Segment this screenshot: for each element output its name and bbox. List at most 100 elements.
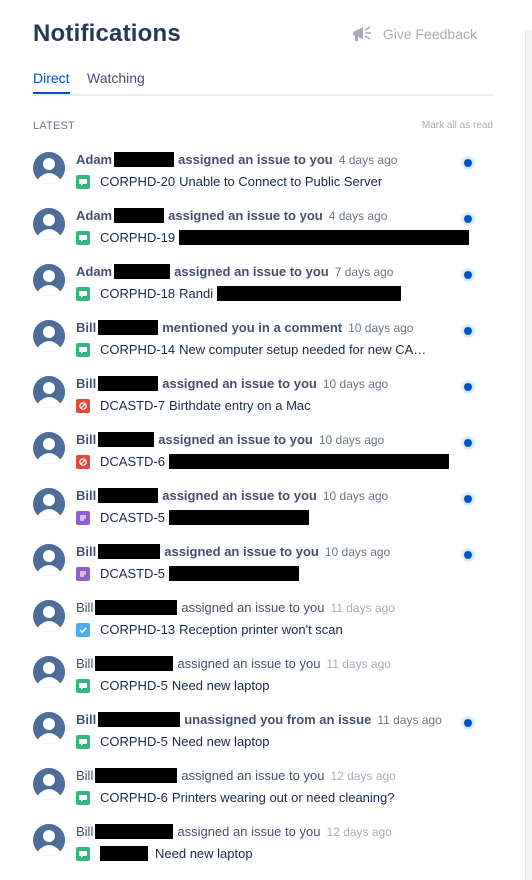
notification-item[interactable]: Bill assigned an issue to you 10 days ago D…: [33, 542, 493, 598]
notification-item[interactable]: Bill assigned an issue to you 10 days ago D…: [33, 374, 493, 430]
issue-line[interactable]: CORPHD-18 Randi: [76, 286, 402, 301]
notification-headline: Bill assigned an issue to you 11 days ago: [76, 600, 395, 615]
actor-name[interactable]: Adam: [76, 264, 112, 279]
issue-line[interactable]: CORPHD-5 Need new laptop: [76, 734, 269, 749]
actor-name[interactable]: Bill: [76, 768, 93, 783]
mark-all-read-link[interactable]: Mark all as read: [422, 120, 493, 131]
story-issue-type-icon: [76, 790, 90, 805]
issue-key[interactable]: CORPHD-13: [100, 622, 175, 637]
notification-item[interactable]: Adam assigned an issue to you 7 days ago CO…: [33, 262, 493, 318]
issue-line[interactable]: CORPHD-14 New computer setup needed for n…: [76, 342, 426, 357]
issue-line[interactable]: DCASTD-5: [76, 510, 310, 525]
notification-item[interactable]: Adam assigned an issue to you 4 days ago CO…: [33, 150, 493, 206]
issue-key[interactable]: DCASTD-7: [100, 398, 165, 413]
issue-line[interactable]: DCASTD-5: [76, 566, 300, 581]
story-issue-type-icon: [76, 734, 90, 749]
notification-action: mentioned you in a comment: [162, 320, 343, 335]
notification-action: assigned an issue to you: [177, 656, 321, 671]
timestamp: 12 days ago: [326, 825, 392, 839]
actor-name[interactable]: Bill: [76, 488, 96, 503]
unread-dot-icon[interactable]: [461, 324, 475, 338]
notification-item[interactable]: Adam assigned an issue to you 4 days ago CO…: [33, 206, 493, 262]
timestamp: 10 days ago: [322, 489, 389, 503]
redacted-text: [98, 544, 161, 559]
section-label: LATEST: [33, 120, 75, 132]
notification-tabs: Direct Watching: [33, 70, 493, 96]
issue-summary: Unable to Connect to Public Server: [179, 174, 383, 189]
unread-dot-icon[interactable]: [461, 548, 475, 562]
notification-action: assigned an issue to you: [178, 152, 333, 167]
issue-line[interactable]: CORPHD-5 Need new laptop: [76, 678, 269, 693]
timestamp: 10 days ago: [322, 377, 389, 391]
story-issue-type-icon: [76, 846, 90, 861]
actor-name[interactable]: Adam: [76, 208, 112, 223]
issue-line[interactable]: CORPHD-19: [76, 230, 470, 245]
actor-name[interactable]: Bill: [76, 376, 96, 391]
actor-name[interactable]: Bill: [76, 824, 93, 839]
issue-line[interactable]: CORPHD-6 Printers wearing out or need cle…: [76, 790, 395, 805]
redacted-text: [169, 454, 450, 469]
timestamp: 11 days ago: [326, 657, 391, 671]
issue-line[interactable]: Need new laptop: [76, 846, 253, 861]
notification-item[interactable]: Bill assigned an issue to you 11 days ago C…: [33, 598, 493, 654]
timestamp: 7 days ago: [334, 265, 394, 279]
issue-key[interactable]: CORPHD-20: [100, 174, 175, 189]
actor-name[interactable]: Bill: [76, 656, 93, 671]
actor-name[interactable]: Bill: [76, 432, 96, 447]
unread-dot-icon[interactable]: [461, 380, 475, 394]
avatar: [33, 376, 65, 408]
give-feedback-label: Give Feedback: [382, 26, 477, 42]
redacted-text: [179, 230, 470, 245]
avatar: [33, 488, 65, 520]
issue-key[interactable]: CORPHD-5: [100, 734, 168, 749]
issue-key[interactable]: CORPHD-6: [100, 790, 168, 805]
page-title: Notifications: [33, 20, 181, 47]
notification-action: assigned an issue to you: [174, 264, 329, 279]
actor-name[interactable]: Bill: [76, 544, 96, 559]
notification-action: assigned an issue to you: [158, 432, 313, 447]
unread-dot-icon[interactable]: [461, 156, 475, 170]
issue-key[interactable]: CORPHD-19: [100, 230, 175, 245]
notification-item[interactable]: Bill assigned an issue to you 12 days ago C…: [33, 766, 493, 822]
issue-key[interactable]: CORPHD-18: [100, 286, 175, 301]
task-issue-type-icon: [76, 622, 90, 637]
unread-dot-icon[interactable]: [461, 268, 475, 282]
issue-key[interactable]: CORPHD-5: [100, 678, 168, 693]
notification-action: assigned an issue to you: [177, 824, 321, 839]
actor-name[interactable]: Adam: [76, 152, 112, 167]
avatar: [33, 432, 65, 464]
scrollbar[interactable]: [525, 30, 532, 880]
issue-line[interactable]: CORPHD-13 Reception printer won't scan: [76, 622, 343, 637]
tab-direct[interactable]: Direct: [33, 70, 70, 94]
redacted-text: [217, 286, 402, 301]
megaphone-icon: [352, 26, 371, 41]
notification-item[interactable]: Bill assigned an issue to you 10 days ago D…: [33, 430, 493, 486]
issue-key[interactable]: DCASTD-5: [100, 566, 165, 581]
issue-key[interactable]: DCASTD-6: [100, 454, 165, 469]
timestamp: 10 days ago: [348, 321, 414, 335]
avatar: [33, 152, 65, 184]
notification-item[interactable]: Bill assigned an issue to you 12 days ago N…: [33, 822, 493, 878]
notification-item[interactable]: Bill assigned an issue to you 11 days ago C…: [33, 654, 493, 710]
redacted-text: [98, 488, 159, 503]
avatar: [33, 264, 65, 296]
unread-dot-icon[interactable]: [461, 212, 475, 226]
issue-key[interactable]: DCASTD-5: [100, 510, 165, 525]
notification-item[interactable]: Bill unassigned you from an issue 11 days …: [33, 710, 493, 766]
actor-name[interactable]: Bill: [76, 600, 93, 615]
issue-line[interactable]: DCASTD-6: [76, 454, 450, 469]
give-feedback-button[interactable]: Give Feedback: [351, 24, 477, 44]
issue-key[interactable]: CORPHD-14: [100, 342, 175, 357]
unread-dot-icon[interactable]: [461, 716, 475, 730]
doc-issue-type-icon: [76, 510, 90, 525]
issue-line[interactable]: CORPHD-20 Unable to Connect to Public Ser…: [76, 174, 382, 189]
notification-item[interactable]: Bill mentioned you in a comment 10 days ag…: [33, 318, 493, 374]
tab-watching[interactable]: Watching: [87, 70, 145, 92]
redacted-text: [95, 600, 178, 615]
unread-dot-icon[interactable]: [461, 436, 475, 450]
actor-name[interactable]: Bill: [76, 320, 96, 335]
issue-line[interactable]: DCASTD-7 Birthdate entry on a Mac: [76, 398, 311, 413]
notification-item[interactable]: Bill assigned an issue to you 10 days ago D…: [33, 486, 493, 542]
actor-name[interactable]: Bill: [76, 712, 96, 727]
unread-dot-icon[interactable]: [461, 492, 475, 506]
